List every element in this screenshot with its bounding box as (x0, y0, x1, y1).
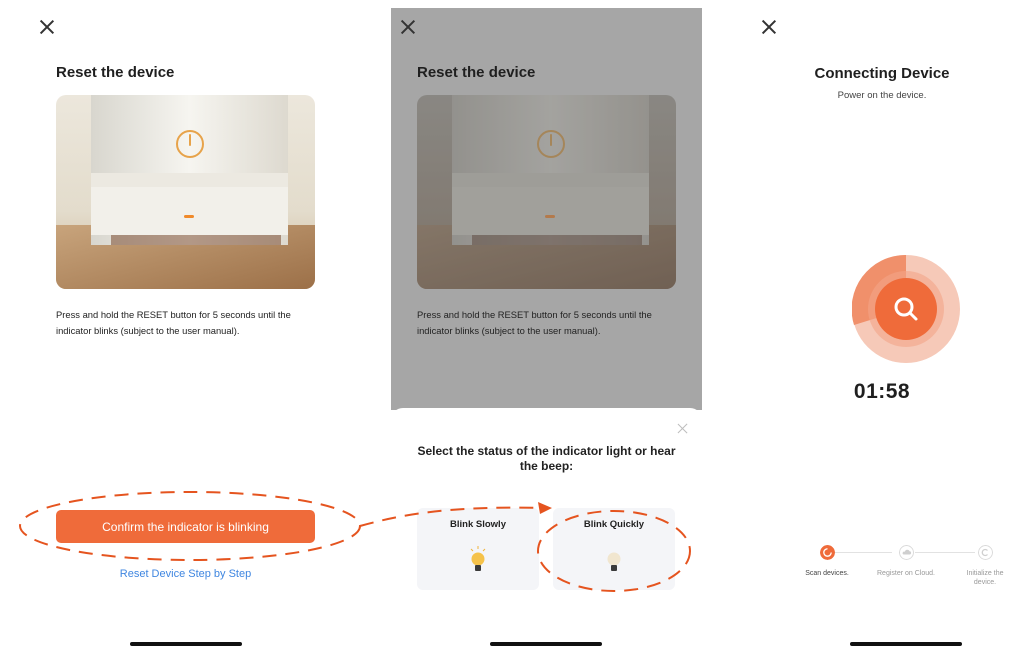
dim-bulb-icon (607, 552, 621, 571)
scanning-radar-icon (852, 255, 960, 363)
countdown-timer: 01:58 (853, 380, 911, 403)
page-title: Connecting Device (814, 65, 950, 82)
close-icon[interactable] (677, 422, 689, 434)
home-indicator (130, 642, 242, 646)
connecting-device-screen: Connecting Device Power on the device. 0… (742, 0, 1022, 654)
blink-slowly-option[interactable]: Blink Slowly (417, 508, 539, 590)
reset-instructions: Press and hold the RESET button for 5 se… (417, 309, 652, 336)
step-label: Register on Cloud. (877, 570, 935, 577)
reset-device-screen: Reset the device Press and hold the RESE… (0, 0, 352, 654)
device-reset-image (56, 95, 315, 289)
page-subtitle: Power on the device. (837, 90, 927, 101)
option-label: Blink Quickly (583, 519, 645, 530)
close-icon[interactable] (37, 17, 57, 37)
page-title: Reset the device (56, 64, 175, 81)
scan-step-icon (820, 545, 835, 560)
blink-quickly-option[interactable]: Blink Quickly (553, 508, 675, 590)
status-bottom-sheet: Select the status of the indicator light… (391, 408, 702, 654)
step-label: Scan devices. (805, 570, 849, 577)
reset-step-by-step-link[interactable]: Reset Device Step by Step (56, 568, 315, 580)
option-label: Blink Slowly (450, 519, 506, 530)
step-connector (835, 552, 892, 553)
step-connector (915, 552, 975, 553)
sheet-title: Select the status of the indicator light… (417, 444, 676, 473)
cloud-step-icon (899, 545, 914, 560)
device-reset-image (417, 95, 676, 289)
step-label: Initialize the device. (966, 570, 1004, 586)
indicator-status-screen: Reset the device Press and hold the RESE… (391, 0, 702, 654)
lit-bulb-icon (470, 546, 486, 571)
initialize-step-icon (978, 545, 993, 560)
confirm-blinking-button[interactable]: Confirm the indicator is blinking (56, 510, 315, 543)
page-title: Reset the device (417, 64, 536, 81)
close-icon[interactable] (759, 17, 779, 37)
home-indicator (490, 642, 602, 646)
reset-instructions: Press and hold the RESET button for 5 se… (56, 309, 291, 336)
home-indicator (850, 642, 962, 646)
close-icon[interactable] (398, 17, 418, 37)
